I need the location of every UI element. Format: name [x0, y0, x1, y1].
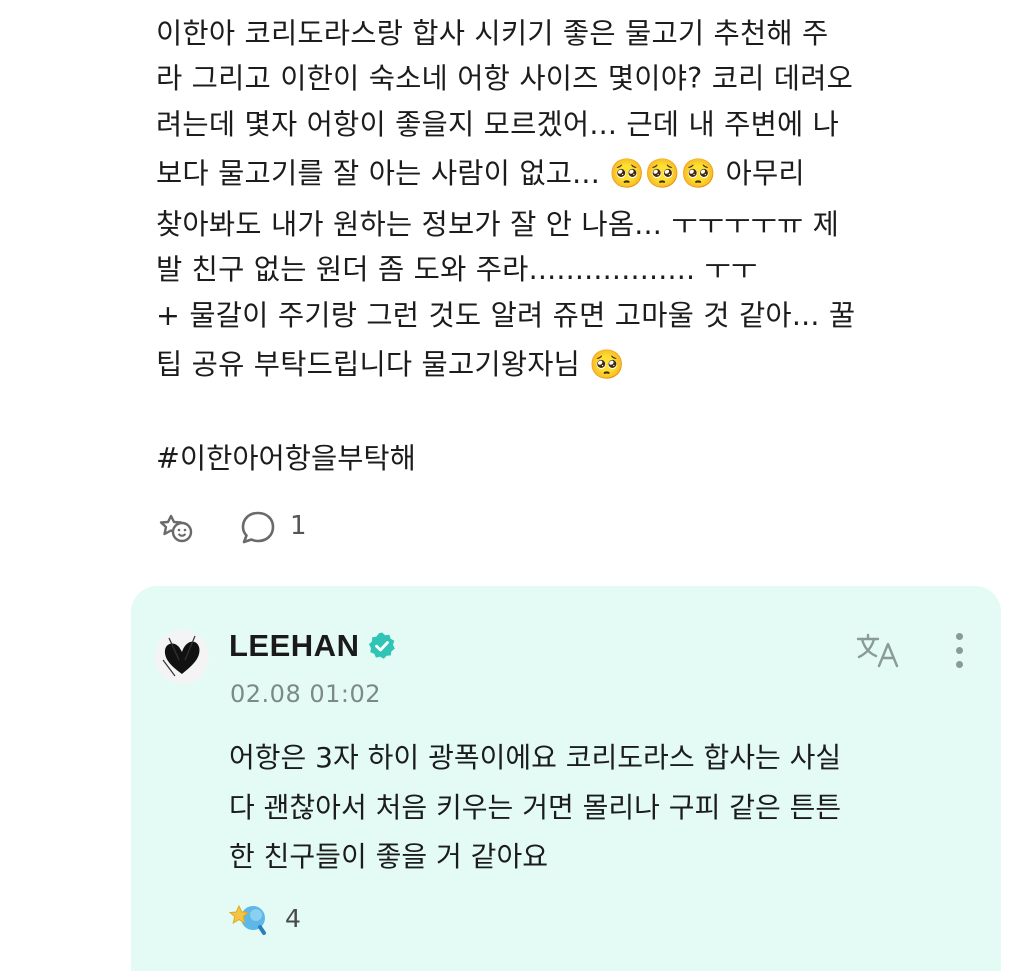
post-actions: 1	[156, 506, 456, 550]
post-text-line: 찾아봐도 내가 원하는 정보가 잘 안 나옴... ㅜㅜㅜㅜㅠ 제	[156, 208, 840, 241]
post-text-line: 보다 물고기를 잘 아는 사람이 없고... 🥺🥺🥺 아무리	[156, 157, 805, 190]
like-count: 4	[285, 904, 301, 933]
post-text-line: + 물갈이 주기랑 그런 것도 알려 쥬면 고마울 것 같아... 꿀	[156, 299, 856, 332]
comment-bubble-icon[interactable]	[236, 506, 280, 550]
verified-badge-icon	[367, 631, 397, 661]
reply-text-line: 한 친구들이 좋을 거 같아요	[229, 840, 548, 873]
heart-scribble-icon	[155, 630, 209, 684]
reply-text-line: 다 괜찮아서 처음 키우는 거면 몰리나 구피 같은 튼튼	[229, 791, 842, 824]
reply-timestamp: 02.08 01:02	[230, 680, 381, 708]
username[interactable]: LEEHAN	[229, 628, 397, 664]
post-text-line: 발 친구 없는 원더 좀 도와 주라.................. ㅜㅜ	[156, 253, 758, 286]
reply-actions: 4	[228, 896, 429, 940]
more-vertical-icon[interactable]	[941, 626, 977, 674]
post-text-line: 라 그리고 이한이 숙소네 어항 사이즈 몇이야? 코리 데려오	[156, 62, 854, 95]
reply-text-line: 어항은 3자 하이 광폭이에요 코리도라스 합사는 사실	[229, 741, 842, 774]
post-text-line: 팁 공유 부탁드립니다 물고기왕자님 🥺	[156, 348, 626, 381]
comment-count: 1	[290, 511, 307, 541]
add-reaction-icon[interactable]	[156, 506, 200, 550]
translate-icon[interactable]	[851, 628, 907, 672]
post-text-line: 이한아 코리도라스랑 합사 시키기 좋은 물고기 추천해 주	[156, 17, 829, 50]
username-text: LEEHAN	[229, 628, 360, 663]
avatar[interactable]	[155, 630, 209, 684]
post-hashtag[interactable]: #이한아어항을부탁해	[156, 437, 416, 481]
artist-reply-card: LEEHAN 02.08 01:02 어항은 3자 하이 광폭이에요 코리도라스…	[131, 586, 1001, 971]
sparkle-reaction-icon[interactable]	[228, 900, 271, 938]
post-text-line: 려는데 몇자 어항이 좋을지 모르겠어... 근데 내 주변에 나	[156, 108, 840, 141]
